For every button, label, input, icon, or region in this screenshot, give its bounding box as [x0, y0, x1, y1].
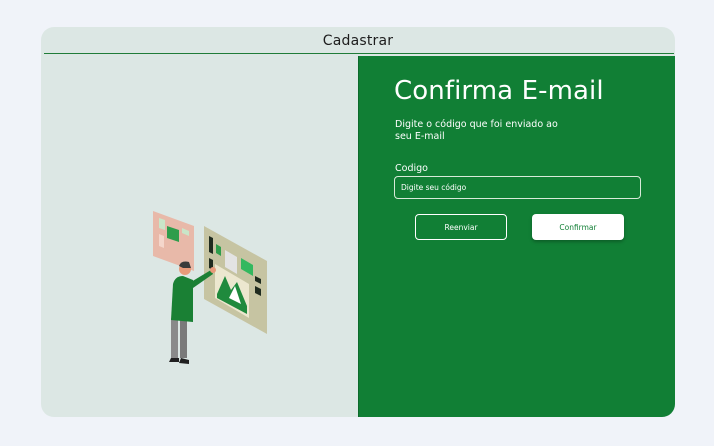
confirm-heading: Confirma E-mail [394, 76, 604, 106]
code-field-label: Codigo [395, 163, 428, 174]
resend-button[interactable]: Reenviar [415, 214, 507, 240]
header-divider [44, 53, 674, 54]
person-leg-left [171, 318, 178, 358]
person-leg-right [180, 320, 187, 358]
confirm-email-panel: Confirma E-mail Digite o código que foi … [358, 56, 675, 417]
confirm-subtitle: Digite o código que foi enviado ao seu E… [395, 119, 558, 142]
confirm-button[interactable]: Confirmar [532, 214, 624, 240]
code-input[interactable] [394, 176, 641, 199]
person-with-screens-illustration [153, 211, 267, 364]
page-title: Cadastrar [322, 33, 394, 49]
header-bar: Cadastrar [41, 27, 675, 54]
signup-card: Cadastrar Confirma E-mail Digite o códig… [41, 27, 675, 417]
person-body [171, 276, 193, 322]
illustration-panel [41, 56, 358, 417]
